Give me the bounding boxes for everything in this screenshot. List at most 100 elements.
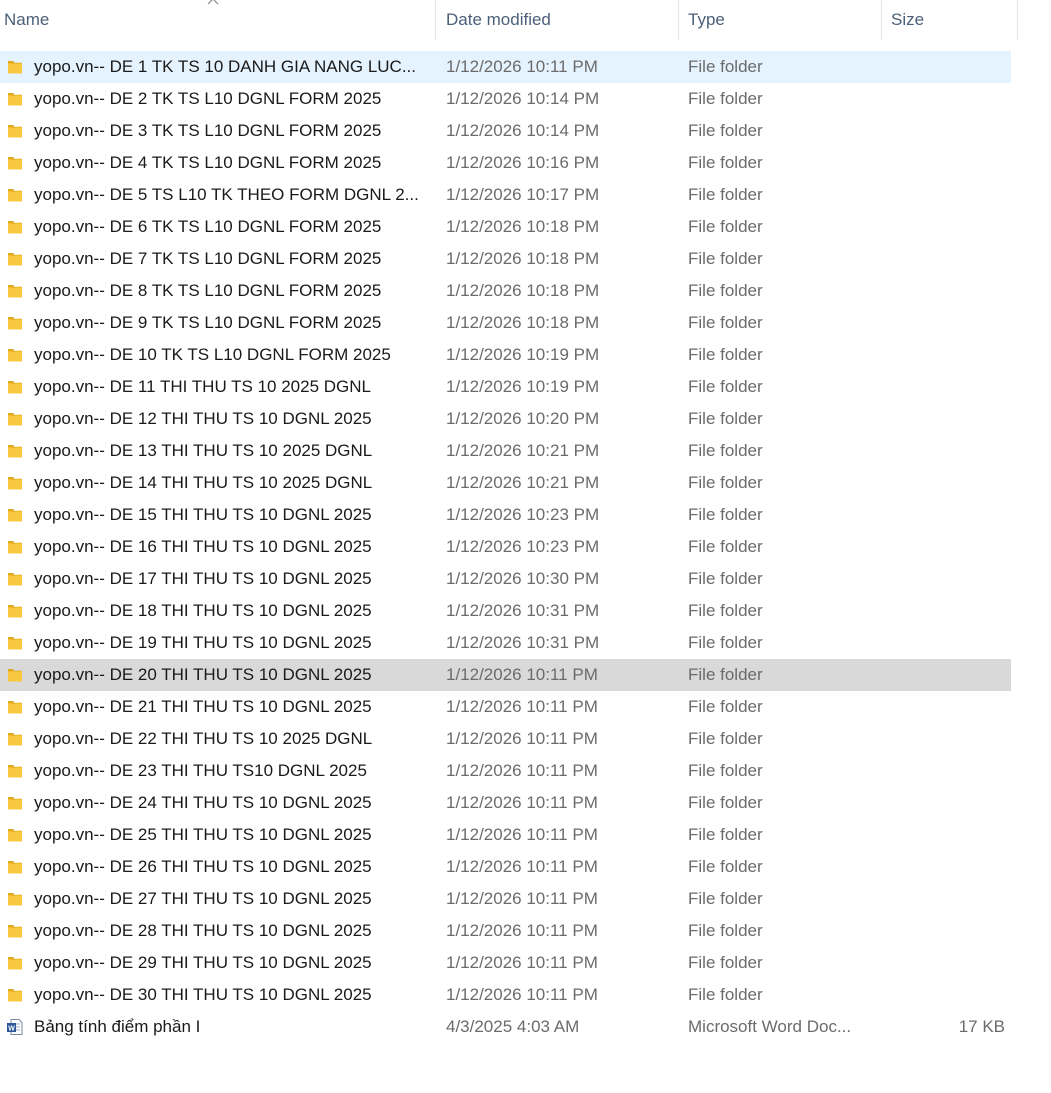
- file-type: File folder: [688, 441, 763, 460]
- file-row[interactable]: yopo.vn-- DE 15 THI THU TS 10 DGNL 2025 1…: [0, 499, 1011, 531]
- file-row[interactable]: yopo.vn-- DE 12 THI THU TS 10 DGNL 2025 1…: [0, 403, 1011, 435]
- file-name: yopo.vn-- DE 12 THI THU TS 10 DGNL 2025: [34, 409, 372, 428]
- file-name: yopo.vn-- DE 13 THI THU TS 10 2025 DGNL: [34, 441, 373, 460]
- file-type: File folder: [688, 473, 763, 492]
- date-column-header[interactable]: Date modified: [436, 0, 679, 40]
- file-date-modified: 1/12/2026 10:18 PM: [446, 313, 600, 332]
- file-name: yopo.vn-- DE 6 TK TS L10 DGNL FORM 2025: [34, 217, 382, 236]
- size-column-header[interactable]: Size: [882, 0, 1018, 40]
- file-date-modified: 1/12/2026 10:11 PM: [446, 889, 598, 908]
- file-date-modified: 1/12/2026 10:11 PM: [446, 953, 598, 972]
- file-row[interactable]: yopo.vn-- DE 17 THI THU TS 10 DGNL 2025 1…: [0, 563, 1011, 595]
- file-row[interactable]: W Bảng tính điểm phần I 4/3/2025 4:03 AM Mi…: [0, 1011, 1011, 1043]
- file-row[interactable]: yopo.vn-- DE 8 TK TS L10 DGNL FORM 2025 1…: [0, 275, 1011, 307]
- file-size: [885, 851, 1005, 883]
- file-type: File folder: [688, 761, 763, 780]
- file-row[interactable]: yopo.vn-- DE 23 THI THU TS10 DGNL 2025 1/…: [0, 755, 1011, 787]
- file-row[interactable]: yopo.vn-- DE 9 TK TS L10 DGNL FORM 2025 1…: [0, 307, 1011, 339]
- file-row[interactable]: yopo.vn-- DE 5 TS L10 TK THEO FORM DGNL …: [0, 179, 1011, 211]
- file-type: File folder: [688, 249, 763, 268]
- file-type: File folder: [688, 793, 763, 812]
- file-date-modified: 1/12/2026 10:11 PM: [446, 825, 598, 844]
- file-row[interactable]: yopo.vn-- DE 14 THI THU TS 10 2025 DGNL 1…: [0, 467, 1011, 499]
- file-date-modified: 1/12/2026 10:30 PM: [446, 569, 600, 588]
- file-type: File folder: [688, 281, 763, 300]
- file-size: [885, 467, 1005, 499]
- folder-icon: [8, 541, 22, 554]
- file-row[interactable]: yopo.vn-- DE 24 THI THU TS 10 DGNL 2025 1…: [0, 787, 1011, 819]
- name-column-header[interactable]: Name: [0, 0, 436, 40]
- folder-icon: [8, 61, 22, 74]
- file-name: yopo.vn-- DE 24 THI THU TS 10 DGNL 2025: [34, 793, 372, 812]
- file-row[interactable]: yopo.vn-- DE 19 THI THU TS 10 DGNL 2025 1…: [0, 627, 1011, 659]
- file-type: File folder: [688, 697, 763, 716]
- file-type: File folder: [688, 89, 763, 108]
- file-row[interactable]: yopo.vn-- DE 13 THI THU TS 10 2025 DGNL 1…: [0, 435, 1011, 467]
- folder-icon: [8, 381, 22, 394]
- file-size: [885, 915, 1005, 947]
- file-type: File folder: [688, 185, 763, 204]
- file-date-modified: 1/12/2026 10:14 PM: [446, 89, 600, 108]
- file-date-modified: 1/12/2026 10:11 PM: [446, 665, 598, 684]
- file-date-modified: 1/12/2026 10:11 PM: [446, 921, 598, 940]
- file-row[interactable]: yopo.vn-- DE 7 TK TS L10 DGNL FORM 2025 1…: [0, 243, 1011, 275]
- file-date-modified: 1/12/2026 10:19 PM: [446, 345, 600, 364]
- folder-icon: [8, 765, 22, 778]
- file-size: [885, 531, 1005, 563]
- file-date-modified: 1/12/2026 10:11 PM: [446, 729, 598, 748]
- file-type: File folder: [688, 57, 763, 76]
- file-row[interactable]: yopo.vn-- DE 18 THI THU TS 10 DGNL 2025 1…: [0, 595, 1011, 627]
- file-type: File folder: [688, 313, 763, 332]
- folder-icon: [8, 221, 22, 234]
- file-row[interactable]: yopo.vn-- DE 22 THI THU TS 10 2025 DGNL 1…: [0, 723, 1011, 755]
- file-row[interactable]: yopo.vn-- DE 11 THI THU TS 10 2025 DGNL 1…: [0, 371, 1011, 403]
- file-row[interactable]: yopo.vn-- DE 10 TK TS L10 DGNL FORM 2025…: [0, 339, 1011, 371]
- file-row[interactable]: yopo.vn-- DE 1 TK TS 10 DANH GIA NANG LU…: [0, 51, 1011, 83]
- file-size: [885, 755, 1005, 787]
- file-size: [885, 51, 1005, 83]
- file-row[interactable]: yopo.vn-- DE 3 TK TS L10 DGNL FORM 2025 1…: [0, 115, 1011, 147]
- file-size: [885, 371, 1005, 403]
- file-size: [885, 243, 1005, 275]
- file-list: yopo.vn-- DE 1 TK TS 10 DANH GIA NANG LU…: [0, 51, 1011, 1043]
- file-row[interactable]: yopo.vn-- DE 25 THI THU TS 10 DGNL 2025 1…: [0, 819, 1011, 851]
- file-row[interactable]: yopo.vn-- DE 27 THI THU TS 10 DGNL 2025 1…: [0, 883, 1011, 915]
- svg-text:W: W: [8, 1025, 15, 1032]
- file-type: File folder: [688, 729, 763, 748]
- file-size: [885, 883, 1005, 915]
- type-column-header[interactable]: Type: [679, 0, 882, 40]
- file-row[interactable]: yopo.vn-- DE 4 TK TS L10 DGNL FORM 2025 1…: [0, 147, 1011, 179]
- file-type: File folder: [688, 825, 763, 844]
- folder-icon: [8, 189, 22, 202]
- file-date-modified: 1/12/2026 10:21 PM: [446, 441, 600, 460]
- file-size: [885, 83, 1005, 115]
- file-date-modified: 1/12/2026 10:31 PM: [446, 601, 600, 620]
- file-type: File folder: [688, 953, 763, 972]
- file-row[interactable]: yopo.vn-- DE 26 THI THU TS 10 DGNL 2025 1…: [0, 851, 1011, 883]
- file-size: [885, 659, 1005, 691]
- folder-icon: [8, 925, 22, 938]
- file-type: File folder: [688, 601, 763, 620]
- file-row[interactable]: yopo.vn-- DE 6 TK TS L10 DGNL FORM 2025 1…: [0, 211, 1011, 243]
- file-row[interactable]: yopo.vn-- DE 16 THI THU TS 10 DGNL 2025 1…: [0, 531, 1011, 563]
- folder-icon: [8, 669, 22, 682]
- file-row[interactable]: yopo.vn-- DE 2 TK TS L10 DGNL FORM 2025 1…: [0, 83, 1011, 115]
- file-row[interactable]: yopo.vn-- DE 20 THI THU TS 10 DGNL 2025 1…: [0, 659, 1011, 691]
- folder-icon: [8, 317, 22, 330]
- file-date-modified: 1/12/2026 10:11 PM: [446, 57, 598, 76]
- file-size: [885, 179, 1005, 211]
- file-row[interactable]: yopo.vn-- DE 29 THI THU TS 10 DGNL 2025 1…: [0, 947, 1011, 979]
- file-name: yopo.vn-- DE 28 THI THU TS 10 DGNL 2025: [34, 921, 372, 940]
- file-size: [885, 499, 1005, 531]
- folder-icon: [8, 893, 22, 906]
- folder-icon: [8, 413, 22, 426]
- file-type: File folder: [688, 985, 763, 1004]
- file-row[interactable]: yopo.vn-- DE 28 THI THU TS 10 DGNL 2025 1…: [0, 915, 1011, 947]
- file-name: yopo.vn-- DE 25 THI THU TS 10 DGNL 2025: [34, 825, 372, 844]
- file-name: yopo.vn-- DE 4 TK TS L10 DGNL FORM 2025: [34, 153, 382, 172]
- date-column-label: Date modified: [446, 10, 551, 29]
- file-name: yopo.vn-- DE 14 THI THU TS 10 2025 DGNL: [34, 473, 373, 492]
- file-row[interactable]: yopo.vn-- DE 21 THI THU TS 10 DGNL 2025 1…: [0, 691, 1011, 723]
- file-row[interactable]: yopo.vn-- DE 30 THI THU TS 10 DGNL 2025 1…: [0, 979, 1011, 1011]
- file-size: 17 KB: [958, 1017, 1005, 1036]
